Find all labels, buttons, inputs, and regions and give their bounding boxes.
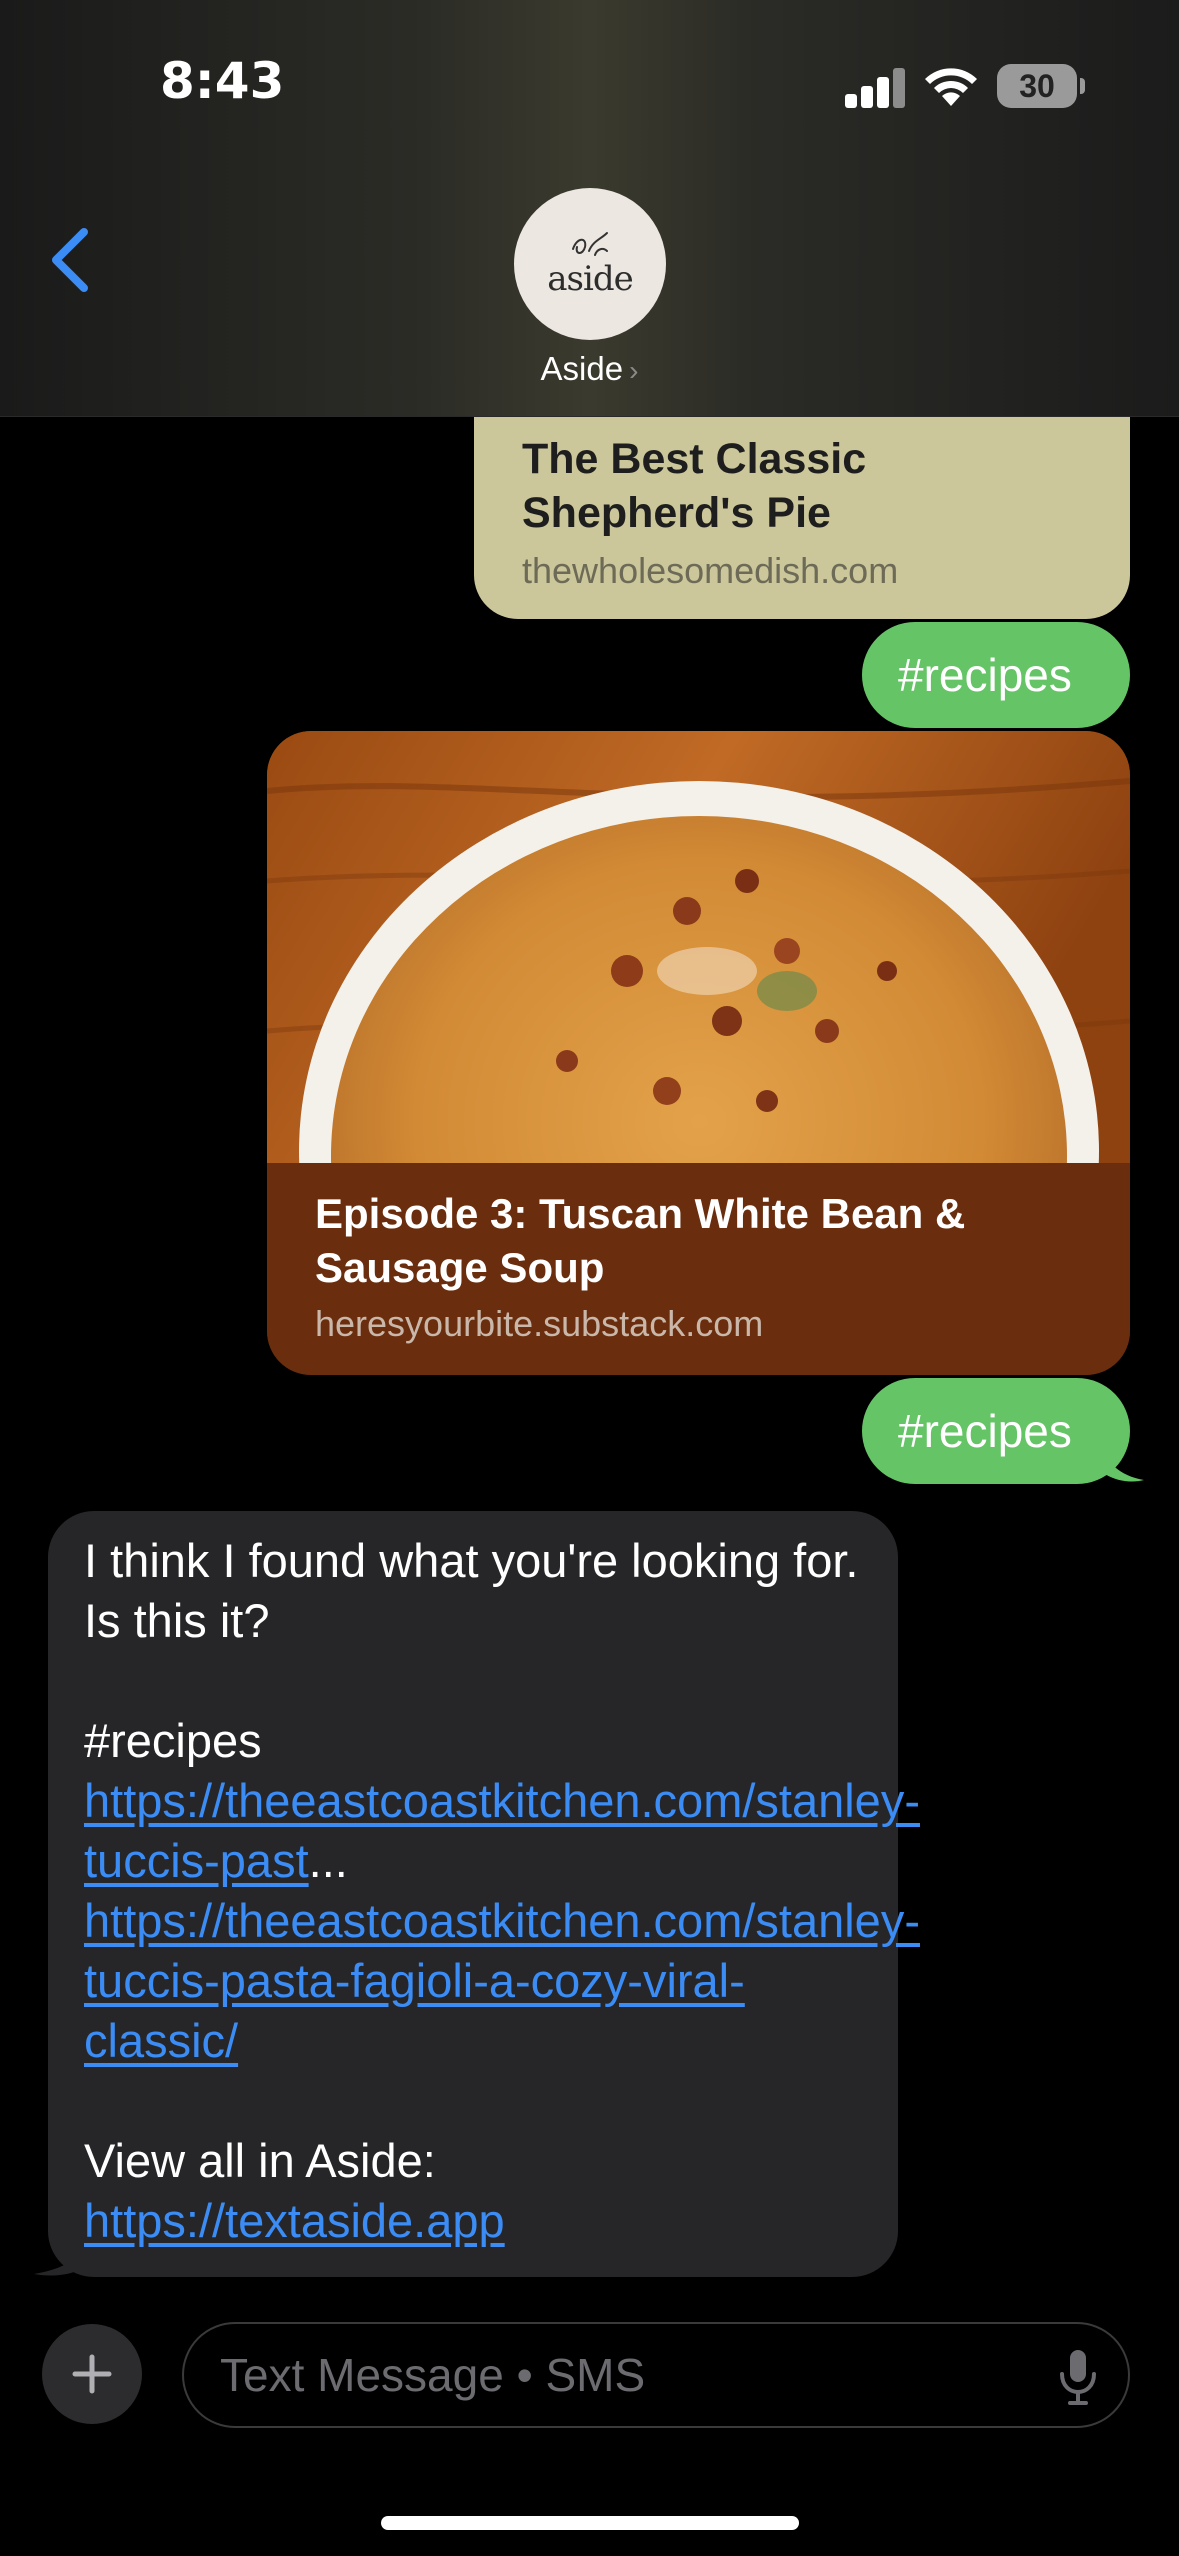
link-preview-title: Episode 3: Tuscan White Bean & Sausage S… xyxy=(315,1190,966,1291)
link-preview-caption: Episode 3: Tuscan White Bean & Sausage S… xyxy=(267,1163,1130,1375)
link-preview-card[interactable]: The Best Classic Shepherd's Pie thewhole… xyxy=(474,396,1130,619)
recipe-link-short[interactable]: https://theeastcoastkitchen.com/stanley-… xyxy=(84,1774,920,1887)
contact-name: Aside xyxy=(540,350,624,387)
hashtag-text: #recipes xyxy=(84,1714,262,1767)
microphone-icon[interactable] xyxy=(1058,2348,1098,2406)
link-preview-domain: heresyourbite.substack.com xyxy=(315,1303,764,1344)
message-links-paragraph: #recipes https://theeastcoastkitchen.com… xyxy=(84,1711,920,2071)
view-all-text: View all in Aside: xyxy=(84,2134,436,2187)
view-all-paragraph: View all in Aside: https://textaside.app xyxy=(84,2131,862,2251)
aside-app-link[interactable]: https://textaside.app xyxy=(84,2194,505,2247)
link-preview-card[interactable]: Episode 3: Tuscan White Bean & Sausage S… xyxy=(267,731,1130,1375)
cellular-signal-icon xyxy=(845,66,907,108)
recipe-link-full[interactable]: https://theeastcoastkitchen.com/stanley-… xyxy=(84,1894,920,2067)
back-chevron-icon[interactable] xyxy=(40,220,100,300)
wifi-icon xyxy=(925,68,977,106)
bubble-tail-icon xyxy=(1100,1440,1144,1482)
ellipsis-text: ... xyxy=(308,1834,348,1887)
contact-name-button[interactable]: Aside › xyxy=(0,350,1179,388)
status-time: 8:43 xyxy=(160,52,285,110)
sent-message-bubble[interactable]: #recipes xyxy=(862,622,1130,728)
chevron-right-icon: › xyxy=(629,355,639,386)
soup-photo-image xyxy=(267,731,1130,1163)
conversation-header: 8:43 30 aside Aside › xyxy=(0,0,1179,417)
message-text: I think I found what you're looking for.… xyxy=(84,1534,859,1647)
contact-avatar[interactable]: aside xyxy=(514,188,666,340)
message-input-placeholder: Text Message • SMS xyxy=(220,2349,646,2401)
link-preview-title: The Best Classic Shepherd's Pie xyxy=(522,435,867,537)
aside-logo-icon xyxy=(572,232,608,256)
avatar-logo-text: aside xyxy=(547,259,633,299)
plus-icon xyxy=(72,2354,112,2394)
sent-message-bubble[interactable]: #recipes xyxy=(862,1378,1130,1484)
battery-icon: 30 xyxy=(997,64,1085,108)
received-message-bubble[interactable]: I think I found what you're looking for.… xyxy=(48,1511,920,2277)
link-preview-domain: thewholesomedish.com xyxy=(522,550,899,591)
add-attachment-button[interactable] xyxy=(42,2324,142,2424)
home-indicator xyxy=(381,2516,799,2530)
message-input[interactable]: Text Message • SMS xyxy=(182,2322,1130,2428)
